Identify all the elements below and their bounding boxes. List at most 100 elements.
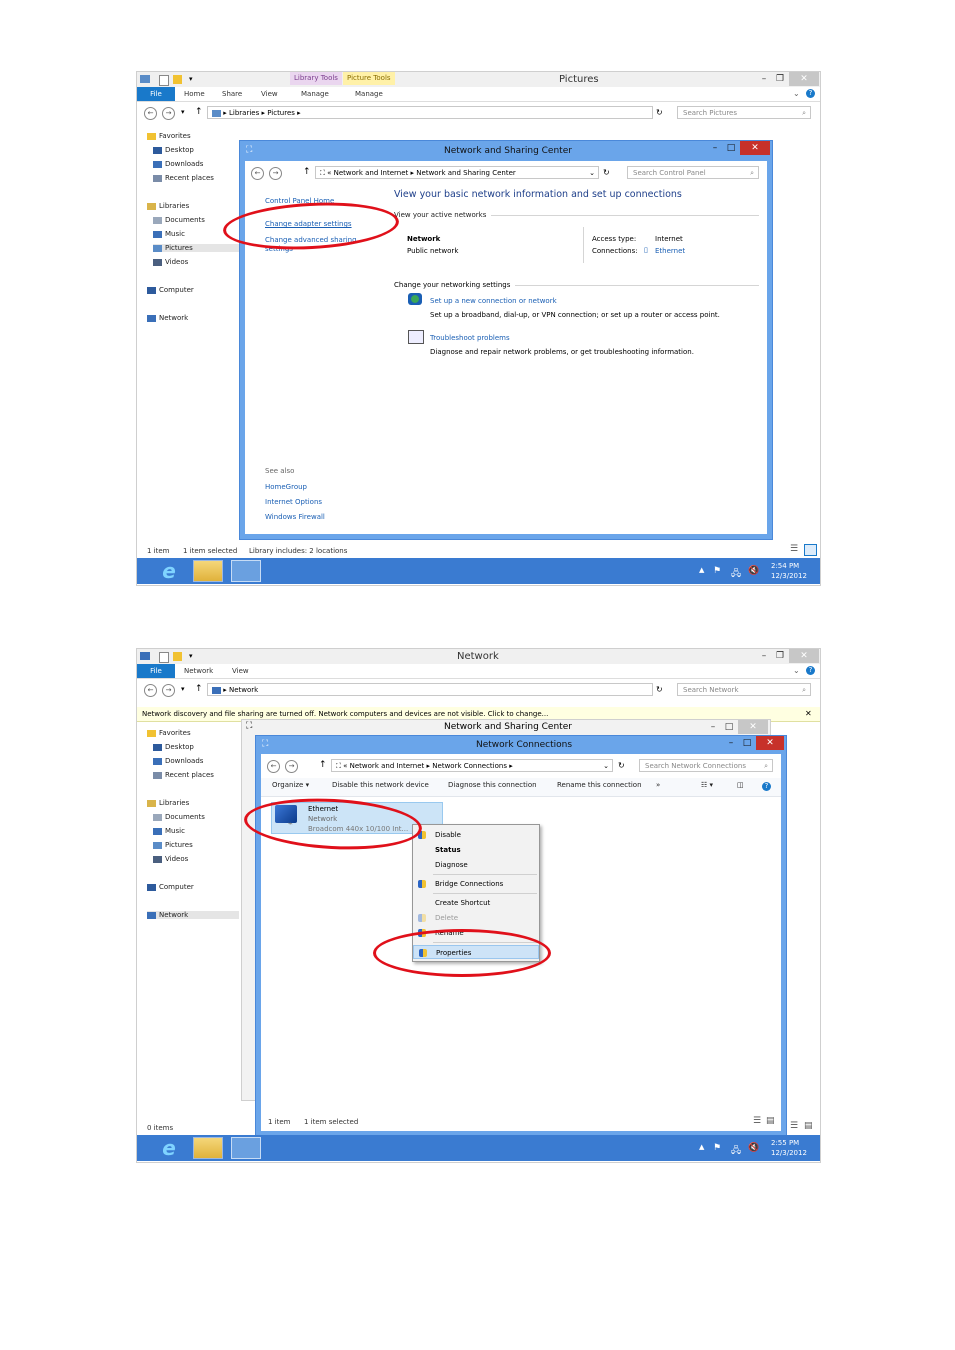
details-view-icon[interactable]: ☰ (790, 1121, 798, 1131)
nav-item-pictures[interactable]: Pictures (153, 841, 193, 849)
menu-item-disable[interactable]: Disable (413, 828, 539, 842)
properties-icon[interactable] (159, 75, 169, 86)
help-icon[interactable]: ? (806, 666, 815, 675)
volume-muted-icon[interactable]: 🔇 (748, 566, 759, 576)
tab-library-tools[interactable]: Library Tools (290, 72, 342, 85)
nc-forward-button[interactable]: → (285, 760, 298, 773)
expand-ribbon-icon[interactable]: ⌄ (793, 666, 800, 675)
tab-manage-picture[interactable]: Manage (355, 90, 383, 98)
diagnose-connection-button[interactable]: Diagnose this connection (448, 781, 537, 789)
breadcrumb-pictures[interactable]: Pictures (267, 109, 295, 117)
network-tray-icon[interactable]: 🖧 (731, 566, 741, 582)
forward-button[interactable]: → (162, 684, 175, 697)
info-bar-close-icon[interactable]: ✕ (805, 709, 812, 718)
recent-dropdown-icon[interactable]: ▾ (181, 685, 185, 693)
internet-explorer-icon[interactable]: e (154, 1137, 184, 1159)
nav-item-videos[interactable]: Videos (153, 258, 188, 266)
new-folder-icon[interactable] (173, 652, 182, 661)
nsc-address-box[interactable]: ⛶ « Network and Internet ▸ Network and S… (315, 166, 599, 179)
homegroup-link[interactable]: HomeGroup (265, 483, 307, 491)
nav-item-downloads[interactable]: Downloads (153, 160, 203, 168)
tab-home[interactable]: Home (184, 90, 205, 98)
nav-item-desktop[interactable]: Desktop (153, 743, 194, 751)
up-button[interactable]: ↑ (195, 107, 203, 117)
menu-item-create-shortcut[interactable]: Create Shortcut (413, 896, 539, 910)
file-explorer-icon[interactable] (193, 560, 223, 582)
menu-item-delete[interactable]: Delete (413, 911, 539, 925)
qat-dropdown-icon[interactable]: ▾ (189, 75, 193, 83)
nc-refresh-icon[interactable]: ↻ (618, 761, 625, 770)
nc-search-input[interactable]: Search Network Connections ⌕ (639, 759, 773, 772)
nsc-bg-close-button[interactable]: ✕ (738, 720, 768, 734)
details-view-icon[interactable]: ☰ (790, 544, 798, 554)
volume-muted-icon[interactable]: 🔇 (748, 1143, 759, 1153)
nav-item-music[interactable]: Music (153, 230, 185, 238)
nc-tiles-view-icon[interactable]: ▤ (766, 1116, 775, 1126)
large-icons-view-icon[interactable]: ▤ (804, 1121, 813, 1131)
nc-back-button[interactable]: ← (267, 760, 280, 773)
tab-view[interactable]: View (261, 90, 278, 98)
nsc-breadcrumb-network-internet[interactable]: Network and Internet (334, 169, 409, 177)
menu-item-diagnose[interactable]: Diagnose (413, 858, 539, 872)
forward-button[interactable]: → (162, 107, 175, 120)
up-button[interactable]: ↑ (195, 684, 203, 694)
show-hidden-icons-icon[interactable]: ▲ (699, 1143, 704, 1151)
address-dropdown-icon[interactable]: ⌄ (589, 167, 595, 180)
clock[interactable]: 2:55 PM 12/3/2012 (771, 1138, 807, 1158)
breadcrumb-network[interactable]: Network (229, 686, 258, 694)
nc-restore-button[interactable]: □ (736, 736, 758, 750)
nsc-bg-restore-button[interactable]: □ (718, 720, 740, 734)
nav-item-network[interactable]: Network (147, 314, 188, 322)
nsc-up-button[interactable]: ↑ (303, 167, 311, 177)
action-center-icon[interactable]: ⚑ (713, 566, 721, 576)
menu-item-bridge-connections[interactable]: Bridge Connections (413, 877, 539, 891)
nsc-close-button[interactable]: ✕ (740, 141, 770, 155)
change-view-icon[interactable]: ☷ ▾ (701, 781, 713, 789)
refresh-icon[interactable]: ↻ (656, 685, 663, 694)
close-button[interactable]: ✕ (789, 72, 819, 86)
menu-item-status[interactable]: Status (413, 843, 539, 857)
tab-view[interactable]: View (232, 667, 249, 675)
file-explorer-icon[interactable] (193, 1137, 223, 1159)
control-panel-taskbar-icon[interactable] (231, 560, 261, 582)
search-input[interactable]: Search Network ⌕ (677, 683, 811, 696)
clock[interactable]: 2:54 PM 12/3/2012 (771, 561, 807, 581)
tab-file[interactable]: File (137, 664, 175, 678)
nc-breadcrumb-network-connections[interactable]: Network Connections (432, 762, 507, 770)
tab-picture-tools[interactable]: Picture Tools (343, 72, 395, 85)
rename-connection-button[interactable]: Rename this connection (557, 781, 642, 789)
windows-firewall-link[interactable]: Windows Firewall (265, 513, 325, 521)
control-panel-taskbar-icon[interactable] (231, 1137, 261, 1159)
back-button[interactable]: ← (144, 684, 157, 697)
nsc-restore-button[interactable]: □ (720, 141, 742, 155)
recent-dropdown-icon[interactable]: ▾ (181, 108, 185, 116)
nc-help-icon[interactable]: ? (762, 782, 771, 791)
network-tray-icon[interactable]: 🖧 (731, 1143, 741, 1159)
nav-item-libraries[interactable]: Libraries (147, 202, 189, 210)
properties-icon[interactable] (159, 652, 169, 663)
action-center-icon[interactable]: ⚑ (713, 1143, 721, 1153)
large-icons-view-icon[interactable] (804, 544, 817, 556)
help-icon[interactable]: ? (806, 89, 815, 98)
nsc-refresh-icon[interactable]: ↻ (603, 168, 610, 177)
restore-button[interactable]: ❐ (769, 649, 791, 663)
nav-item-videos[interactable]: Videos (153, 855, 188, 863)
nsc-breadcrumb-nsc[interactable]: Network and Sharing Center (416, 169, 516, 177)
nav-item-recent-places[interactable]: Recent places (153, 771, 214, 779)
nav-item-computer[interactable]: Computer (147, 286, 194, 294)
nsc-back-button[interactable]: ← (251, 167, 264, 180)
restore-button[interactable]: ❐ (769, 72, 791, 86)
address-box[interactable]: ▸ Libraries ▸ Pictures ▸ (207, 106, 653, 119)
nav-item-computer[interactable]: Computer (147, 883, 194, 891)
nav-item-favorites[interactable]: Favorites (147, 729, 191, 737)
nav-item-recent-places[interactable]: Recent places (153, 174, 214, 182)
search-input[interactable]: Search Pictures ⌕ (677, 106, 811, 119)
ethernet-connection-link[interactable]: Ethernet (655, 247, 685, 255)
troubleshoot-link[interactable]: Troubleshoot problems (430, 334, 510, 342)
network-type[interactable]: Public network (407, 247, 458, 255)
address-dropdown-icon[interactable]: ⌄ (603, 760, 609, 773)
back-button[interactable]: ← (144, 107, 157, 120)
nav-item-favorites[interactable]: Favorites (147, 132, 191, 140)
more-commands-button[interactable]: » (656, 781, 660, 789)
nsc-forward-button[interactable]: → (269, 167, 282, 180)
